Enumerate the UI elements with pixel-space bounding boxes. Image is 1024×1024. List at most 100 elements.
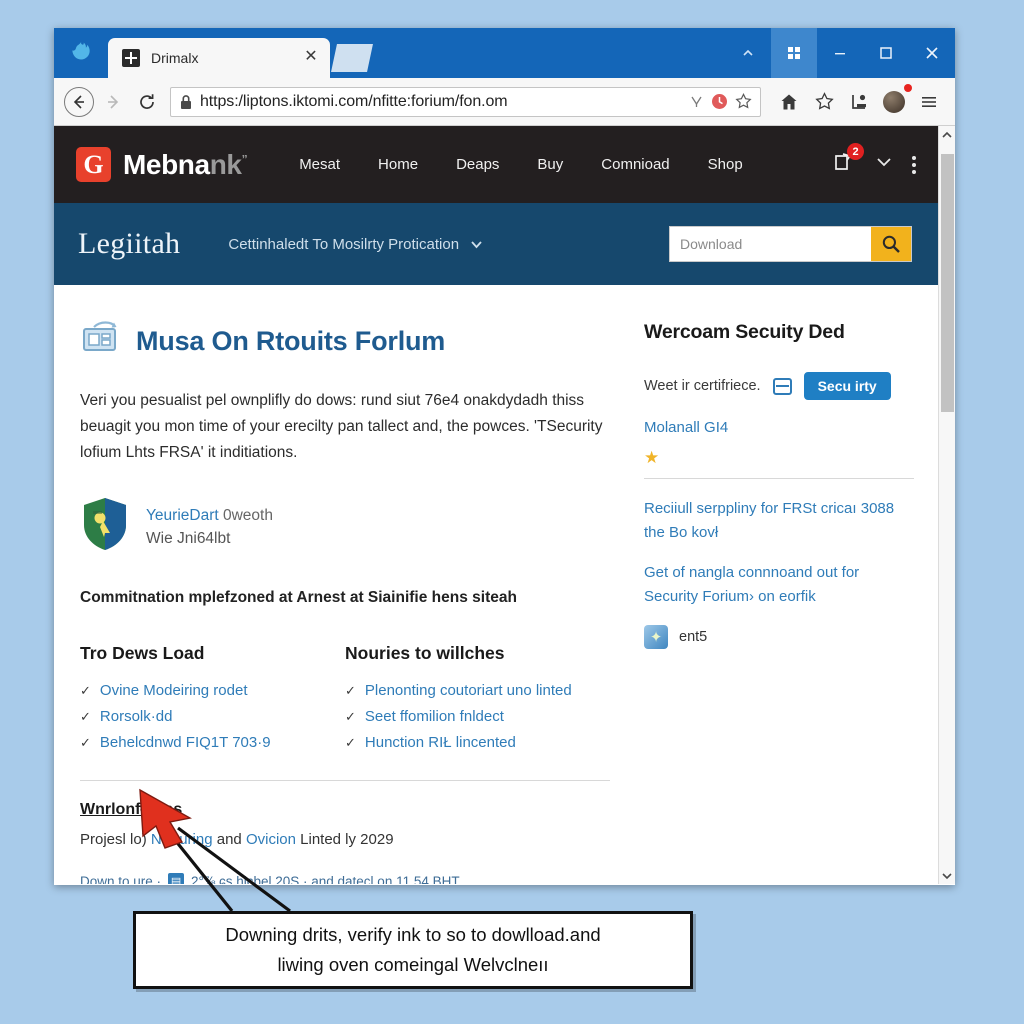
search-icon [882,235,900,253]
close-icon[interactable]: ✕ [302,49,320,67]
kebab-menu-icon[interactable] [912,155,916,174]
nav-link-1[interactable]: Home [378,156,418,173]
padlock-icon [179,94,193,110]
star-outline-icon[interactable] [735,93,752,110]
nav-link-4[interactable]: Comnioad [601,156,669,173]
feature-columns: Tro Dews Load ✓ Ovine Modeiring rodet ✓ Ro… [80,643,610,756]
annotation-line-1: Downing drits, verify ink to so to dowll… [225,924,601,945]
footer-line: Projesl lo) Narturing and Ovicion Linted… [80,827,610,853]
search-button[interactable] [871,227,911,261]
header-dropdown-label: Cettinhaledt To Mosilrty Protication [228,235,460,253]
sidebar-link-block-0: Reciiull serppliny for FRSt cricaı 3088 … [644,497,914,545]
product-title[interactable]: YeurieDart 0weoth [146,504,273,527]
nav-link-2[interactable]: Deaps [456,156,499,173]
url-text: https:/liptons.iktomi.com/nfitte:forium/… [200,92,508,110]
maximize-button[interactable] [863,28,909,78]
list-item-label: Rorsolk·dd [99,708,173,725]
account-avatar[interactable] [878,83,912,117]
divider [80,780,610,781]
footer-meta-text: 2°⅞ ɕs hicbel 20Ѕ · and datecl on 11 54 … [191,873,460,885]
product-text: YeurieDart 0weoth Wie Jni64lbt [146,504,273,550]
scrollbar-thumb[interactable] [941,154,954,412]
cart-icon[interactable]: 2 [832,143,864,179]
list-item[interactable]: ✓ Rorsolk·dd [80,704,345,730]
annotation-callout: Downing drits, verify ink to so to dowll… [133,911,693,989]
page-title: Musa On Rtouits Forlum [136,326,446,356]
annotation-line-2: liwing oven comeingal Welvclneıı [277,954,549,975]
reload-button[interactable] [132,87,162,117]
notification-badge [904,83,912,92]
home-icon[interactable] [773,87,805,117]
site-brand[interactable]: G Mebnank” [76,147,248,182]
product-row: YeurieDart 0weoth Wie Jni64lbt [80,496,610,557]
tile-view-button[interactable] [771,28,817,78]
list-item-label: Ovine Modeiring rodet [99,682,248,699]
list-item[interactable]: ✓ Behelcdnwd FIQ1T 703·9 [80,730,345,756]
header-category-dropdown[interactable]: Cettinhaledt To Mosilrty Protication [228,236,484,253]
scroll-down-button[interactable] [939,867,956,884]
product-link[interactable]: YeurieDart [146,507,219,524]
chevron-down-icon[interactable] [874,152,894,177]
reader-view-icon[interactable] [689,94,704,109]
footer-link-2[interactable]: Ovicion [246,831,296,848]
nav-link-0[interactable]: Mesat [299,156,340,173]
browser-tab[interactable]: Drimalx ✕ [108,38,330,78]
restore-chevron-button[interactable] [725,28,771,78]
download-files-link[interactable]: WnrlonfŁides [80,801,182,819]
pocket-clock-icon[interactable] [711,93,728,110]
hamburger-menu-icon[interactable] [913,87,945,117]
annotation-text: Downing drits, verify ink to so to dowll… [225,920,600,980]
brand-logo-icon: G [76,147,111,182]
list-item[interactable]: ✓ Hunction RIŁ lincented [345,730,610,756]
sidebar-link-0[interactable]: Reciiull serppliny for FRSt cricaı 3088 … [644,497,914,545]
sidebar-heading: Wercoam Secuity Ded [644,321,845,343]
sidebar-column: Wercoam Secuity Ded Weet ir certifriece.… [644,321,914,884]
list-item[interactable]: ✓ Ovine Modeiring rodet [80,678,345,704]
sidebar-link-1[interactable]: Get of nangla connnoand out for Security… [644,561,914,609]
column-title-0: Tro Dews Load [80,643,205,663]
site-nav-links: Mesat Home Deaps Buy Comnioad Shop [299,156,832,173]
shield-app-icon: ✦ [644,625,668,649]
star-outline-icon[interactable] [808,87,840,117]
close-button[interactable] [909,28,955,78]
check-icon: ✓ [80,735,91,750]
plus-square-icon [122,49,140,67]
column-title-1: Nouries to willches [345,643,505,663]
shield-key-icon [80,496,130,557]
address-bar[interactable]: https:/liptons.iktomi.com/nfitte:forium/… [170,86,761,117]
window-panel-icon[interactable] [772,377,792,395]
site-header: Legiitah Cettinhaledt To Mosilrty Protic… [54,203,938,285]
list-item[interactable]: ✓ Plenonting coutoriart uno linted [345,678,610,704]
product-rest: 0weoth [222,506,273,524]
brand-name-a: Mebna [123,148,210,180]
new-tab-button[interactable] [331,44,373,72]
list-item-label: Behelcdnwd FIQ1T 703·9 [99,734,271,751]
footer-meta: Down to ure · ▤ 2°⅞ ɕs hicbel 20Ѕ · and … [80,873,610,884]
sidebar-app-row[interactable]: ✦ ent5 [644,625,914,649]
check-icon: ✓ [345,735,356,750]
scroll-up-button[interactable] [939,126,956,143]
sidebar-link-primary[interactable]: Molanall GI4 [644,416,914,440]
list-item[interactable]: ✓ Seet ffomilion fnldect [345,704,610,730]
browser-toolbar: https:/liptons.iktomi.com/nfitte:forium/… [54,78,955,126]
cart-badge: 2 [847,143,864,160]
minimize-button[interactable] [817,28,863,78]
footer-link-1[interactable]: Narturing [151,831,213,848]
library-icon[interactable] [843,87,875,117]
window-controls [725,28,955,78]
browser-titlebar: Drimalx ✕ [54,28,955,78]
page-scrollbar[interactable] [938,126,955,884]
tab-title: Drimalx [151,50,199,66]
nav-link-3[interactable]: Buy [537,156,563,173]
brand-name: Mebnank” [123,148,248,181]
site-nav-actions: 2 [832,143,916,179]
footer-pre: Projesl lo) [80,831,147,848]
search-input[interactable] [670,227,871,261]
avatar [883,90,905,113]
forward-button[interactable] [98,87,128,117]
security-button[interactable]: Secu irty [803,372,891,400]
nav-link-5[interactable]: Shop [708,156,743,173]
rating-star-icon: ★ [644,448,660,467]
column-list-0: ✓ Ovine Modeiring rodet ✓ Rorsolk·dd ✓ Behe… [80,678,345,756]
back-button[interactable] [64,86,94,117]
